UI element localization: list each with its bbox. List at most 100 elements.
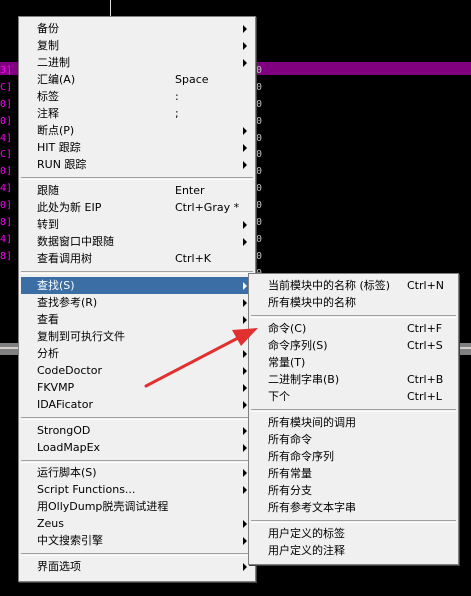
menu-item-run-trace[interactable]: RUN 跟踪 xyxy=(21,156,253,173)
menu-item-ollydump[interactable]: 用OllyDump脱壳调试进程 xyxy=(21,498,253,515)
menu-item-comment[interactable]: 注释; xyxy=(21,105,253,122)
code-fragment: 0 xyxy=(256,250,263,262)
code-fragment: 0 xyxy=(256,233,263,245)
menu-separator xyxy=(21,271,253,274)
menu-item-label: 所有参考文本字串 xyxy=(268,501,356,514)
menu-item-script-functions[interactable]: Script Functions... xyxy=(21,481,253,498)
menu-item-copy-to-executable[interactable]: 复制到可执行文件 xyxy=(21,328,253,345)
menu-item-breakpoint[interactable]: 断点(P) xyxy=(21,122,253,139)
menu-item-label: 中文搜索引擎 xyxy=(37,534,103,547)
submenu-arrow-icon xyxy=(243,537,247,545)
menu-item-label: IDAFicator xyxy=(37,398,93,411)
menu-item-label: 所有分支 xyxy=(268,484,312,497)
menu-item-label: 所有命令 xyxy=(268,433,312,446)
menu-item-label: 复制 xyxy=(37,39,59,52)
submenu-arrow-icon xyxy=(243,25,247,33)
menu-item-call-tree[interactable]: 查看调用树 Ctrl+K xyxy=(21,250,253,267)
submenu-arrow-icon xyxy=(243,469,247,477)
menu-item-shortcut: Ctrl+N xyxy=(407,279,445,292)
menu-item-chinese-search[interactable]: 中文搜索引擎 xyxy=(21,532,253,549)
submenu-arrow-icon xyxy=(243,221,247,229)
menu-item-label: 备份 xyxy=(37,22,59,35)
menu-item-label: 用户定义的标签 xyxy=(268,527,345,540)
menu-item-label: FKVMP xyxy=(37,381,75,394)
menu-item-binary[interactable]: 二进制 xyxy=(21,54,253,71)
submenu-item-user-comments[interactable]: 用户定义的注释 xyxy=(251,542,456,559)
menu-item-label: 汇编(A) xyxy=(37,73,76,86)
menu-item-label: 注释 xyxy=(37,107,59,120)
submenu-arrow-icon xyxy=(243,238,247,246)
menu-item-follow[interactable]: 跟随 Enter xyxy=(21,182,253,199)
menu-item-follow-in-dump[interactable]: 数据窗口中跟随 xyxy=(21,233,253,250)
submenu-item-command[interactable]: 命令(C) Ctrl+F xyxy=(251,320,456,337)
menu-item-run-script[interactable]: 运行脚本(S) xyxy=(21,464,253,481)
submenu-item-intermodular-calls[interactable]: 所有模块间的调用 xyxy=(251,414,456,431)
code-fragment: 0 xyxy=(256,65,263,76)
menu-item-shortcut: Ctrl+B xyxy=(407,373,444,386)
menu-item-goto[interactable]: 转到 xyxy=(21,216,253,233)
menu-item-label: 命令(C) xyxy=(268,322,307,335)
menu-item-codedoctor[interactable]: CodeDoctor xyxy=(21,362,253,379)
submenu-item-user-labels[interactable]: 用户定义的标签 xyxy=(251,525,456,542)
submenu-item-all-branches[interactable]: 所有分支 xyxy=(251,482,456,499)
menu-item-fkvmp[interactable]: FKVMP xyxy=(21,379,253,396)
code-fragment: 0 xyxy=(256,115,263,127)
menu-item-shortcut: Enter xyxy=(175,184,205,197)
menu-separator xyxy=(21,460,253,463)
menu-item-hit-trace[interactable]: HIT 跟踪 xyxy=(21,139,253,156)
code-fragment: 0 xyxy=(256,149,263,161)
menu-item-zeus[interactable]: Zeus xyxy=(21,515,253,532)
menu-item-label: 下个 xyxy=(268,390,290,403)
menu-separator xyxy=(251,409,456,412)
menu-item-find-references[interactable]: 查找参考(R) xyxy=(21,294,253,311)
menu-item-label: 跟随 xyxy=(37,184,59,197)
submenu-item-all-commands[interactable]: 所有命令 xyxy=(251,431,456,448)
submenu-arrow-icon xyxy=(243,444,247,452)
menu-item-label: 当前模块中的名称 (标签) xyxy=(268,279,391,292)
submenu-item-command-sequence[interactable]: 命令序列(S) Ctrl+S xyxy=(251,337,456,354)
submenu-arrow-icon xyxy=(243,144,247,152)
menu-item-label: 用户定义的注释 xyxy=(268,544,345,557)
menu-item-analysis[interactable]: 分析 xyxy=(21,345,253,362)
menu-item-appearance[interactable]: 界面选项 xyxy=(21,558,253,575)
menu-item-label-edit[interactable]: 标签: xyxy=(21,88,253,105)
submenu-item-constant[interactable]: 常量(T) xyxy=(251,354,456,371)
menu-item-label: 所有命令序列 xyxy=(268,450,334,463)
menu-item-shortcut: Ctrl+L xyxy=(407,390,442,403)
submenu-item-all-text-strings[interactable]: 所有参考文本字串 xyxy=(251,499,456,516)
menu-item-label: 分析 xyxy=(37,347,59,360)
menu-item-view[interactable]: 查看 xyxy=(21,311,253,328)
menu-item-new-eip[interactable]: 此处为新 EIP Ctrl+Gray * xyxy=(21,199,253,216)
menu-item-label: 复制到可执行文件 xyxy=(37,330,125,343)
submenu-item-all-sequences[interactable]: 所有命令序列 xyxy=(251,448,456,465)
menu-item-search-for[interactable]: 查找(S) xyxy=(21,277,253,294)
submenu-item-next[interactable]: 下个 Ctrl+L xyxy=(251,388,456,405)
menu-item-label: HIT 跟踪 xyxy=(37,141,81,154)
code-fragment: 0 xyxy=(256,98,263,110)
context-menu: 备份 复制 二进制 汇编(A) Space 标签: 注释; 断点(P) HIT 跟… xyxy=(18,16,256,582)
menu-item-label: Zeus xyxy=(37,517,65,530)
submenu-arrow-icon xyxy=(243,161,247,169)
submenu-arrow-icon xyxy=(243,384,247,392)
submenu-item-names-current-module[interactable]: 当前模块中的名称 (标签) Ctrl+N xyxy=(251,277,456,294)
menu-item-loadmapex[interactable]: LoadMapEx xyxy=(21,439,253,456)
left-code-strip: 3] C] 0] 0] 4] C] 0] 4] 0] 8] 4] 8] xyxy=(0,62,14,265)
menu-item-idaficator[interactable]: IDAFicator xyxy=(21,396,253,413)
search-submenu: 当前模块中的名称 (标签) Ctrl+N 所有模块中的名称 命令(C) Ctrl+F… xyxy=(248,273,459,565)
submenu-item-binary-string[interactable]: 二进制字串(B) Ctrl+B xyxy=(251,371,456,388)
menu-item-label: 命令序列(S) xyxy=(268,339,328,352)
code-fragment: 0] xyxy=(0,115,13,127)
menu-item-copy[interactable]: 复制 xyxy=(21,37,253,54)
menu-item-label: 所有模块间的调用 xyxy=(268,416,356,429)
menu-item-backup[interactable]: 备份 xyxy=(21,20,253,37)
menu-item-shortcut: ; xyxy=(175,107,179,120)
menu-item-strongod[interactable]: StrongOD xyxy=(21,422,253,439)
code-fragment: 0 xyxy=(256,183,263,195)
menu-item-label: 断点(P) xyxy=(37,124,75,137)
submenu-item-names-all-modules[interactable]: 所有模块中的名称 xyxy=(251,294,456,311)
menu-item-assemble[interactable]: 汇编(A) Space xyxy=(21,71,253,88)
code-fragment: C] xyxy=(0,81,13,93)
menu-item-label: StrongOD xyxy=(37,424,91,437)
menu-item-label: 标签 xyxy=(37,90,59,103)
submenu-item-all-constants[interactable]: 所有常量 xyxy=(251,465,456,482)
